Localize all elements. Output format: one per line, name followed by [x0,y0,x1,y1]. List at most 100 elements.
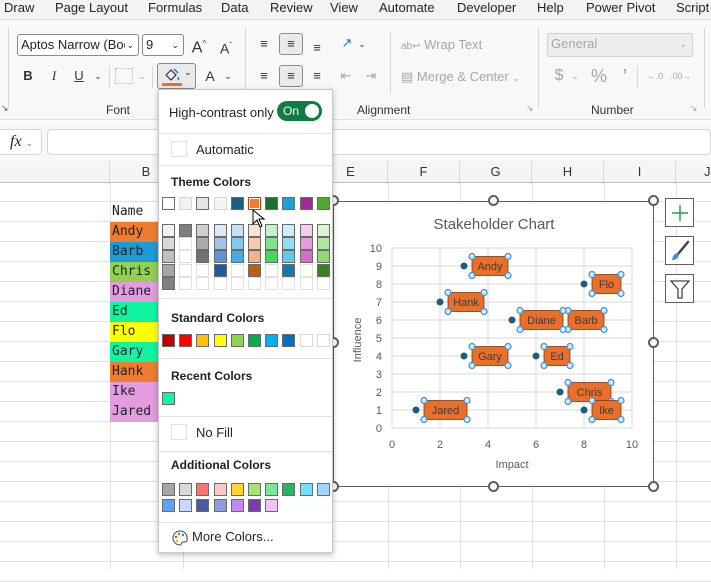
theme-shade-swatch[interactable] [230,250,244,264]
resize-handle-bottom-right[interactable] [648,481,659,492]
increase-decimal-button[interactable]: ←.0 [645,66,665,86]
theme-shade-swatch[interactable] [230,276,244,290]
standard-color-swatch[interactable] [230,334,244,347]
dialog-launcher-icon[interactable]: ↘ [1,103,9,114]
additional-color-swatch[interactable] [316,483,330,496]
comma-style-button[interactable]: ’ [619,66,631,86]
cell-name-header[interactable]: Name [110,202,158,222]
additional-color-swatch[interactable] [213,483,227,496]
insert-function-button[interactable]: fx ⌄ [0,129,42,155]
theme-shade-swatch[interactable] [162,237,175,251]
dialog-launcher-icon[interactable]: ↘ [526,103,534,114]
automatic-option[interactable]: Automatic [171,140,326,160]
additional-color-swatch[interactable] [282,483,296,496]
theme-shade-swatch[interactable] [299,224,313,237]
theme-shade-swatch[interactable] [179,237,193,251]
tab-power-pivot[interactable]: Power Pivot [586,0,655,15]
chevron-down-icon[interactable]: ⌄ [222,66,234,86]
standard-color-swatch[interactable] [162,334,175,347]
tab-page-layout[interactable]: Page Layout [55,0,128,15]
theme-shade-swatch[interactable] [230,263,244,277]
chevron-down-icon[interactable]: ⌄ [92,66,104,86]
theme-color-swatch[interactable] [230,197,244,210]
tab-draw[interactable]: Draw [4,0,34,15]
grow-font-button[interactable]: A^ [190,34,208,58]
increase-indent-button[interactable]: ⇥ [362,66,380,86]
tab-view[interactable]: View [330,0,358,15]
theme-color-swatch[interactable] [213,197,227,210]
currency-button[interactable]: $ [552,66,566,86]
formula-input[interactable] [47,129,711,155]
theme-shade-swatch[interactable] [316,276,330,290]
column-header-j[interactable]: J [676,161,711,183]
y-axis-title[interactable]: Influence [352,318,364,363]
no-fill-option[interactable]: No Fill [171,423,326,443]
tab-review[interactable]: Review [270,0,313,15]
middle-align-button[interactable]: ≡ [279,33,303,55]
x-axis-title[interactable]: Impact [495,459,528,471]
cell-name[interactable]: Diane [110,282,158,302]
theme-shade-swatch[interactable] [299,263,313,277]
theme-shade-swatch[interactable] [282,250,296,264]
theme-shade-swatch[interactable] [230,224,244,237]
tab-developer[interactable]: Developer [457,0,516,15]
borders-button[interactable] [115,68,133,84]
dialog-launcher-icon[interactable]: ↘ [690,103,698,114]
additional-color-swatch[interactable] [248,483,261,496]
column-header-g[interactable]: G [460,161,532,183]
theme-color-swatch[interactable] [316,197,330,210]
theme-color-swatch[interactable] [265,197,279,210]
resize-handle-top[interactable] [488,195,499,206]
theme-shade-swatch[interactable] [196,263,210,277]
tab-data[interactable]: Data [221,0,248,15]
additional-color-swatch[interactable] [265,483,279,496]
additional-color-swatch[interactable] [230,483,244,496]
additional-color-swatch[interactable] [248,499,261,512]
fill-color-button[interactable]: ⌄ [157,63,196,89]
font-name-dropdown[interactable]: Aptos Narrow (Body) ⌄ [17,34,139,56]
theme-shade-swatch[interactable] [282,276,296,290]
standard-color-swatch[interactable] [248,334,261,347]
theme-shade-swatch[interactable] [299,276,313,290]
chart-title[interactable]: Stakeholder Chart [434,216,556,233]
theme-shade-swatch[interactable] [248,276,261,290]
theme-shade-swatch[interactable] [179,224,193,237]
theme-shade-swatch[interactable] [162,263,175,277]
standard-color-swatch[interactable] [213,334,227,347]
theme-shade-swatch[interactable] [179,263,193,277]
theme-color-swatch[interactable] [179,197,193,210]
additional-color-swatch[interactable] [162,499,175,512]
theme-shade-swatch[interactable] [196,250,210,264]
top-align-button[interactable]: ≡ [255,34,273,54]
chevron-down-icon[interactable]: ⌄ [570,66,580,86]
standard-color-swatch[interactable] [265,334,279,347]
italic-button[interactable]: I [46,66,62,86]
additional-color-swatch[interactable] [265,499,279,512]
theme-shade-swatch[interactable] [179,250,193,264]
theme-color-swatch[interactable] [282,197,296,210]
theme-shade-swatch[interactable] [316,237,330,251]
theme-shade-swatch[interactable] [265,276,279,290]
bottom-align-button[interactable]: ≡ [308,38,326,58]
chart-elements-button[interactable] [665,198,694,227]
theme-shade-swatch[interactable] [316,263,330,277]
align-center-button[interactable]: ≡ [279,65,303,87]
theme-color-swatch[interactable] [299,197,313,210]
theme-shade-swatch[interactable] [213,237,227,251]
align-right-button[interactable]: ≡ [308,66,326,86]
cell-name[interactable]: Barb [110,242,158,262]
theme-shade-swatch[interactable] [162,250,175,264]
theme-shade-swatch[interactable] [248,250,261,264]
merge-center-button[interactable]: ▤ Merge & Center ⌄ [401,67,520,88]
number-format-dropdown[interactable]: General ⌄ [547,33,693,57]
cell-name[interactable]: Andy [110,222,158,242]
theme-shade-swatch[interactable] [282,237,296,251]
theme-shade-swatch[interactable] [299,237,313,251]
tab-script[interactable]: Script [676,0,709,15]
standard-color-swatch[interactable] [299,334,313,347]
standard-color-swatch[interactable] [316,334,330,347]
high-contrast-toggle[interactable]: On [277,101,322,121]
theme-shade-swatch[interactable] [282,263,296,277]
tab-formulas[interactable]: Formulas [148,0,202,15]
stakeholder-chart[interactable]: Stakeholder Chart Impact Influence 0 1 2 3 4… [333,201,654,487]
